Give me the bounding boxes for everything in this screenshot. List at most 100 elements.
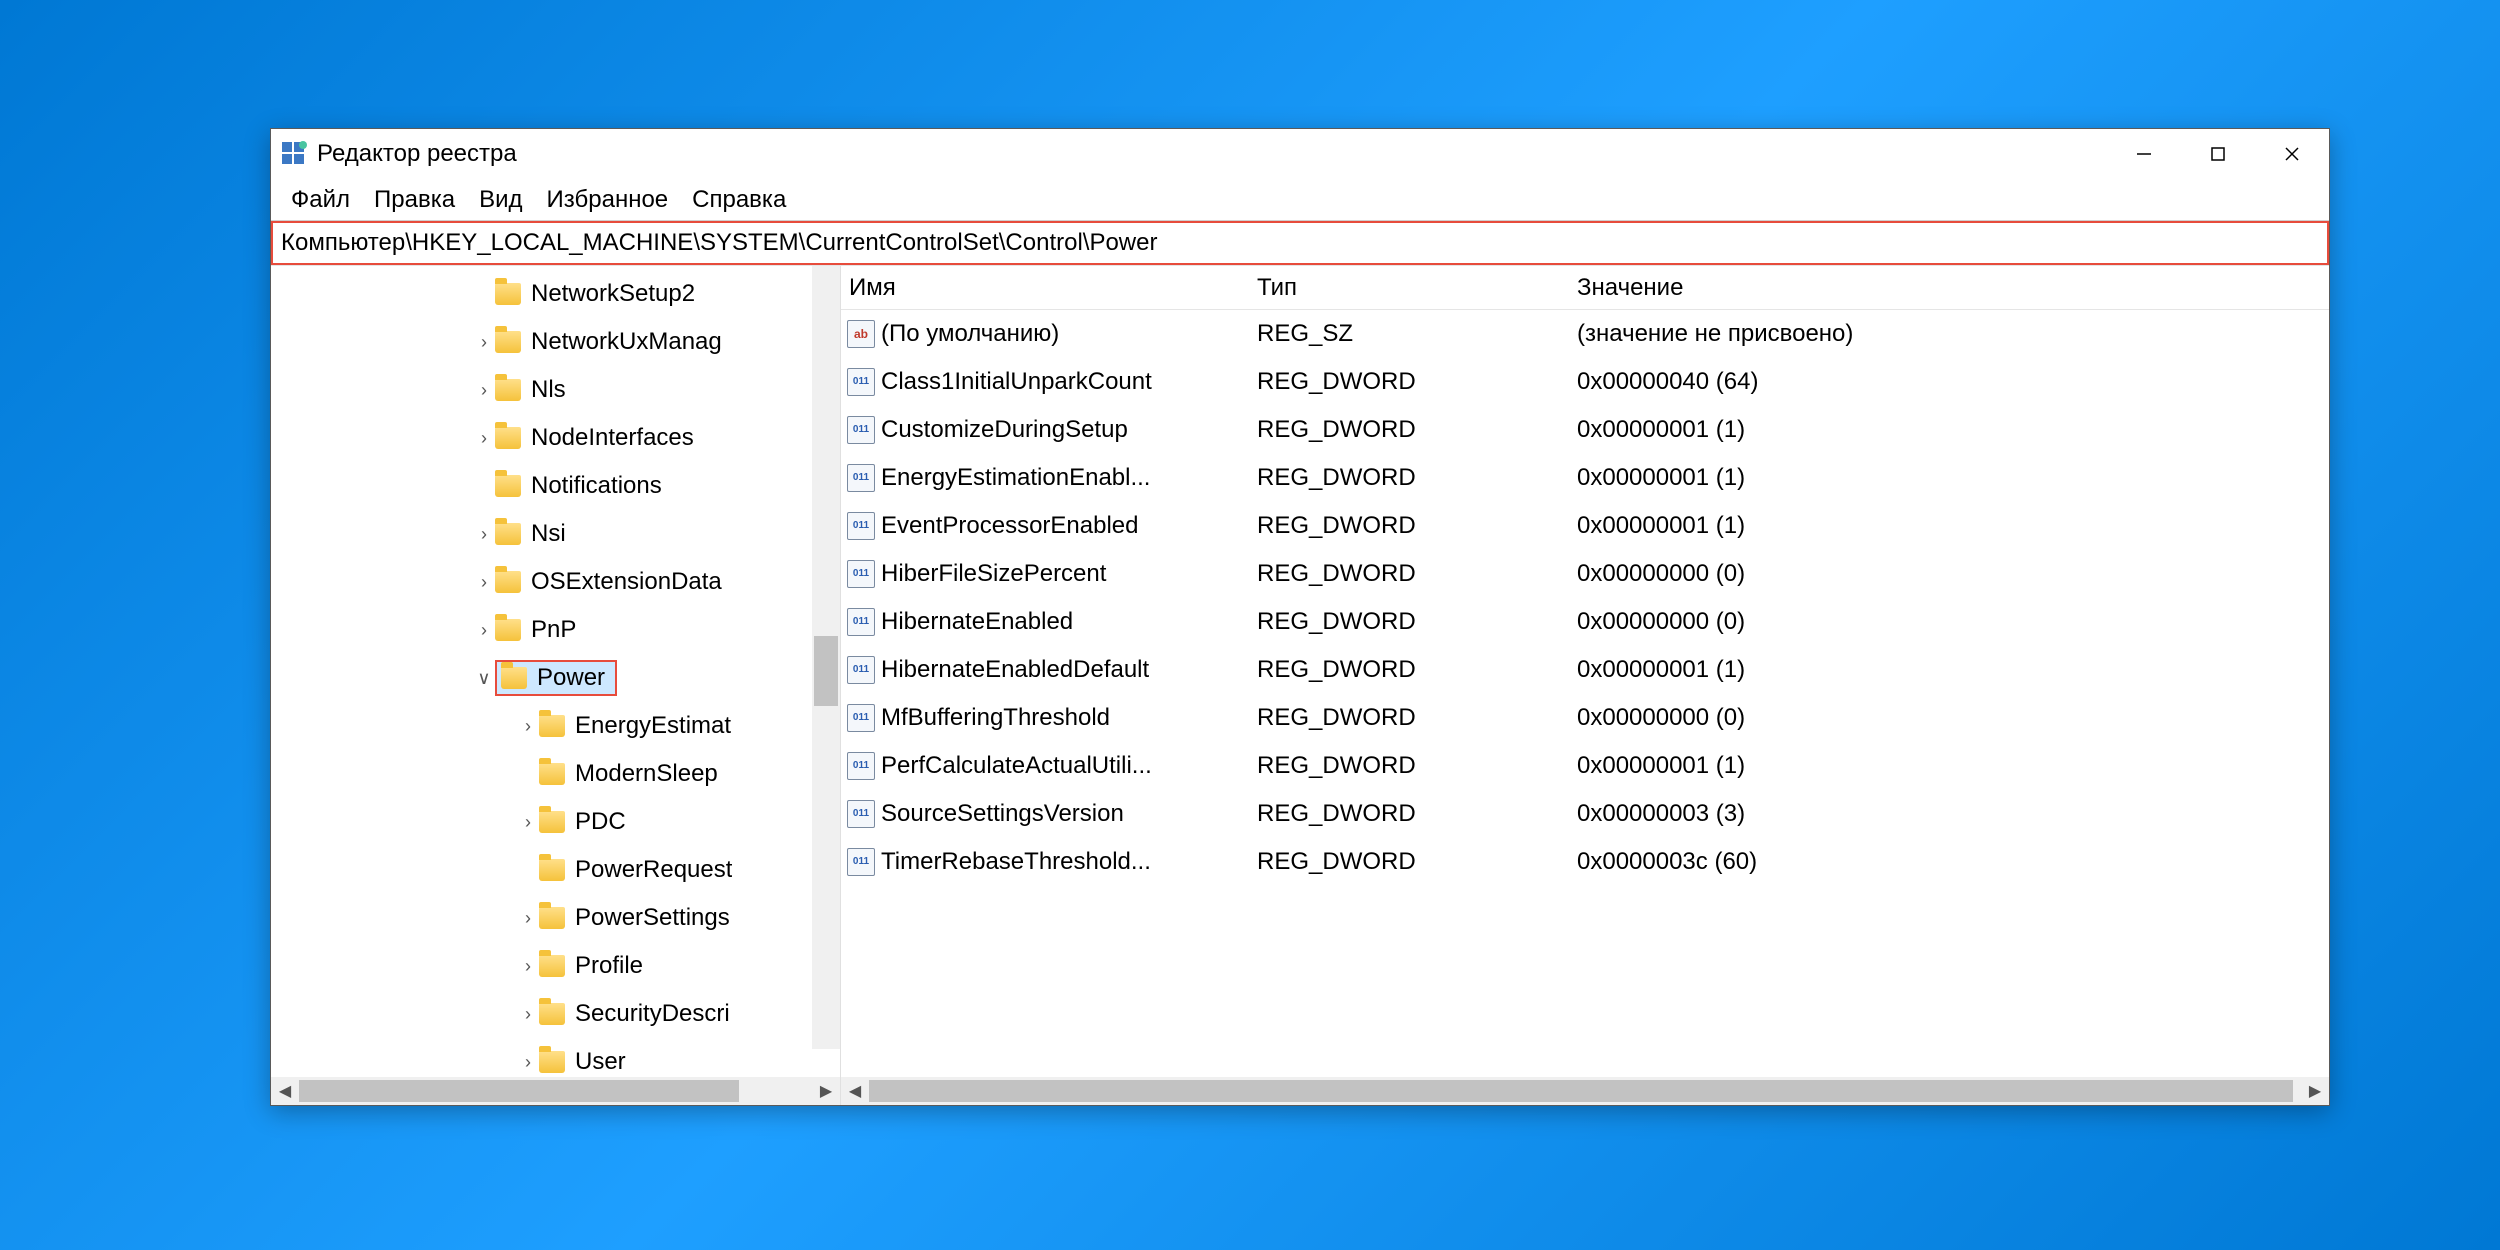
scroll-right-icon[interactable]: ▶ [2301,1077,2329,1105]
values-list[interactable]: ab(По умолчанию)REG_SZ(значение не присв… [841,310,2329,1077]
dword-value-icon: 011 [847,464,875,492]
scroll-left-icon[interactable]: ◀ [841,1077,869,1105]
column-header-name[interactable]: Имя [841,274,1249,302]
value-data: 0x00000000 (0) [1569,560,2329,588]
values-horizontal-scrollbar-thumb[interactable] [869,1080,2293,1102]
tree-item[interactable]: › PowerSettings [271,894,840,942]
dword-value-icon: 011 [847,800,875,828]
tree-item-label: Nsi [531,520,566,548]
tree-scroll-area[interactable]: NetworkSetup2›NetworkUxManag›Nls›NodeInt… [271,266,840,1077]
tree-item[interactable]: ModernSleep [271,750,840,798]
chevron-right-icon[interactable]: › [517,1052,539,1073]
value-row[interactable]: 011CustomizeDuringSetupREG_DWORD0x000000… [841,406,2329,454]
value-name: PerfCalculateActualUtili... [881,752,1249,780]
value-name: EventProcessorEnabled [881,512,1249,540]
values-horizontal-scrollbar[interactable]: ◀ ▶ [841,1077,2329,1105]
folder-icon [539,763,565,785]
dword-value-icon: 011 [847,416,875,444]
scroll-left-icon[interactable]: ◀ [271,1077,299,1105]
menu-favorites[interactable]: Избранное [535,182,681,218]
chevron-right-icon[interactable]: › [517,908,539,929]
chevron-down-icon[interactable]: ∨ [473,668,495,689]
value-row[interactable]: 011Class1InitialUnparkCountREG_DWORD0x00… [841,358,2329,406]
menu-file[interactable]: Файл [279,182,362,218]
value-row[interactable]: 011SourceSettingsVersionREG_DWORD0x00000… [841,790,2329,838]
chevron-right-icon[interactable]: › [517,812,539,833]
tree-item[interactable]: › Profile [271,942,840,990]
address-path: Компьютер\HKEY_LOCAL_MACHINE\SYSTEM\Curr… [273,229,1157,257]
tree-item-label: EnergyEstimat [575,712,731,740]
tree-item[interactable]: ›NetworkUxManag [271,318,840,366]
value-data: 0x00000001 (1) [1569,464,2329,492]
chevron-right-icon[interactable]: › [473,620,495,641]
close-button[interactable] [2255,129,2329,179]
tree-item[interactable]: › EnergyEstimat [271,702,840,750]
tree-item[interactable]: NetworkSetup2 [271,270,840,318]
tree-item-label: Notifications [531,472,662,500]
value-name: HibernateEnabledDefault [881,656,1249,684]
app-icon [281,141,307,167]
value-row[interactable]: ab(По умолчанию)REG_SZ(значение не присв… [841,310,2329,358]
scroll-right-icon[interactable]: ▶ [812,1077,840,1105]
tree-vertical-scrollbar-thumb[interactable] [814,636,838,706]
tree-item-label: Profile [575,952,643,980]
tree-pane: NetworkSetup2›NetworkUxManag›Nls›NodeInt… [271,266,841,1105]
tree-horizontal-scrollbar[interactable]: ◀ ▶ [271,1077,840,1105]
value-row[interactable]: 011EventProcessorEnabledREG_DWORD0x00000… [841,502,2329,550]
chevron-right-icon[interactable]: › [517,1004,539,1025]
column-header-type[interactable]: Тип [1249,274,1569,302]
dword-value-icon: 011 [847,560,875,588]
window-controls [2107,129,2329,179]
value-row[interactable]: 011MfBufferingThresholdREG_DWORD0x000000… [841,694,2329,742]
value-type: REG_DWORD [1249,368,1569,396]
value-type: REG_DWORD [1249,800,1569,828]
folder-icon [495,571,521,593]
value-row[interactable]: 011HiberFileSizePercentREG_DWORD0x000000… [841,550,2329,598]
column-header-value[interactable]: Значение [1569,274,2329,302]
value-name: CustomizeDuringSetup [881,416,1249,444]
value-data: 0x00000000 (0) [1569,704,2329,732]
chevron-right-icon[interactable]: › [473,380,495,401]
tree-item[interactable]: ›OSExtensionData [271,558,840,606]
chevron-right-icon[interactable]: › [473,524,495,545]
tree-item[interactable]: ∨Power [271,654,840,702]
tree-item-label: NodeInterfaces [531,424,694,452]
tree-horizontal-scrollbar-thumb[interactable] [299,1080,739,1102]
value-row[interactable]: 011TimerRebaseThreshold...REG_DWORD0x000… [841,838,2329,886]
tree-item-label: User [575,1048,626,1076]
tree-item[interactable]: PowerRequest [271,846,840,894]
value-name: TimerRebaseThreshold... [881,848,1249,876]
tree-item[interactable]: › SecurityDescri [271,990,840,1038]
chevron-right-icon[interactable]: › [517,716,539,737]
dword-value-icon: 011 [847,512,875,540]
address-bar[interactable]: Компьютер\HKEY_LOCAL_MACHINE\SYSTEM\Curr… [271,221,2329,265]
menu-view[interactable]: Вид [467,182,534,218]
chevron-right-icon[interactable]: › [473,332,495,353]
tree-item-label: PowerSettings [575,904,730,932]
tree-item[interactable]: ›Nls [271,366,840,414]
chevron-right-icon[interactable]: › [473,572,495,593]
tree-vertical-scrollbar[interactable] [812,266,840,1049]
dword-value-icon: 011 [847,608,875,636]
tree-item[interactable]: › User [271,1038,840,1077]
value-row[interactable]: 011EnergyEstimationEnabl...REG_DWORD0x00… [841,454,2329,502]
menu-edit[interactable]: Правка [362,182,467,218]
minimize-button[interactable] [2107,129,2181,179]
tree-item[interactable]: ›PDC [271,798,840,846]
value-type: REG_DWORD [1249,512,1569,540]
titlebar[interactable]: Редактор реестра [271,129,2329,179]
tree-item-label: SecurityDescri [575,1000,730,1028]
value-row[interactable]: 011HibernateEnabledREG_DWORD0x00000000 (… [841,598,2329,646]
chevron-right-icon[interactable]: › [473,428,495,449]
tree-item[interactable]: ›PnP [271,606,840,654]
menu-help[interactable]: Справка [680,182,798,218]
tree-item[interactable]: › NodeInterfaces [271,414,840,462]
value-row[interactable]: 011PerfCalculateActualUtili...REG_DWORD0… [841,742,2329,790]
dword-value-icon: 011 [847,368,875,396]
value-row[interactable]: 011HibernateEnabledDefaultREG_DWORD0x000… [841,646,2329,694]
chevron-right-icon[interactable]: › [517,956,539,977]
tree-item[interactable]: › Nsi [271,510,840,558]
content-area: NetworkSetup2›NetworkUxManag›Nls›NodeInt… [271,265,2329,1105]
maximize-button[interactable] [2181,129,2255,179]
tree-item[interactable]: Notifications [271,462,840,510]
